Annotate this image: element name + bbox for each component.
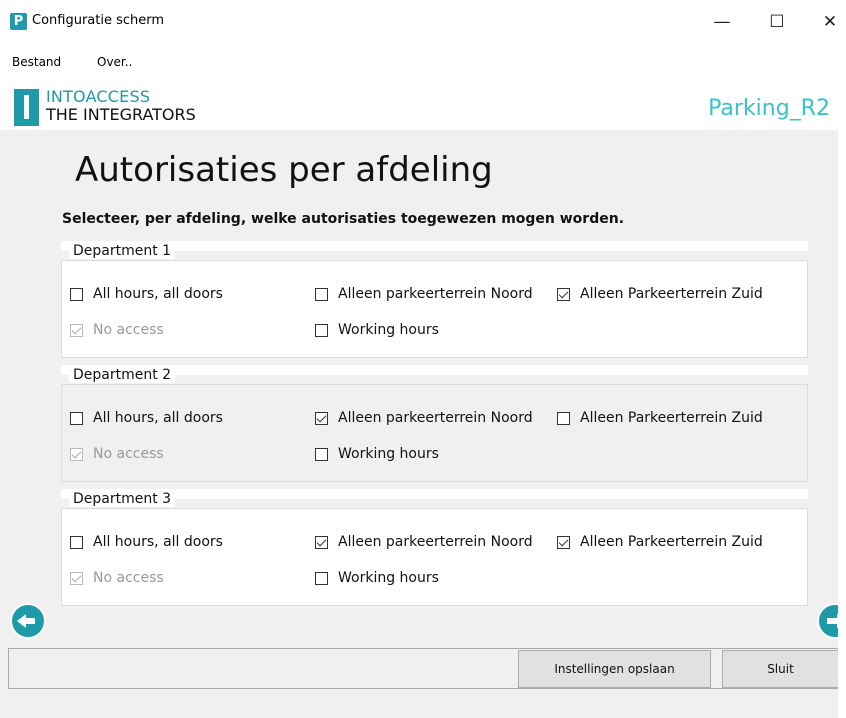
department-group-2: Department 2 All hours, all doors Alleen… <box>61 365 808 485</box>
department-name: Department 1 <box>69 243 176 259</box>
checkbox-all-hours[interactable]: All hours, all doors <box>70 410 223 426</box>
checkbox-working-hours[interactable]: Working hours <box>315 446 439 462</box>
page-subtitle: Selecteer, per afdeling, welke autorisat… <box>62 211 625 227</box>
checkbox-noord[interactable]: Alleen parkeerterrein Noord <box>315 410 533 426</box>
checkbox-all-hours[interactable]: All hours, all doors <box>70 286 223 302</box>
save-settings-button[interactable]: Instellingen opslaan <box>518 650 711 688</box>
checkbox-icon[interactable] <box>315 323 328 337</box>
title-bar: P Configuratie scherm — ☐ ✕ <box>0 0 846 46</box>
app-icon: P <box>10 13 27 30</box>
checkbox-working-hours[interactable]: Working hours <box>315 322 439 338</box>
menu-over[interactable]: Over.. <box>97 55 132 69</box>
checkbox-icon[interactable] <box>315 411 328 425</box>
department-group-1: Department 1 All hours, all doors Alleen… <box>61 241 808 361</box>
logo-icon <box>14 89 39 126</box>
arrow-left-icon[interactable] <box>10 603 46 639</box>
department-group-3: Department 3 All hours, all doors Alleen… <box>61 489 808 609</box>
department-name: Department 2 <box>69 367 176 383</box>
header-banner: INTOACCESS THE INTEGRATORS Parking_R2 <box>0 78 846 130</box>
maximize-button[interactable]: ☐ <box>757 10 797 34</box>
menu-bestand[interactable]: Bestand <box>12 55 61 69</box>
menu-bar: Bestand Over.. <box>0 46 846 78</box>
checkbox-zuid[interactable]: Alleen Parkeerterrein Zuid <box>557 286 763 302</box>
checkbox-no-access: No access <box>70 322 164 338</box>
checkbox-icon[interactable] <box>70 411 83 425</box>
checkbox-noord[interactable]: Alleen parkeerterrein Noord <box>315 534 533 550</box>
checkbox-all-hours[interactable]: All hours, all doors <box>70 534 223 550</box>
checkbox-noord[interactable]: Alleen parkeerterrein Noord <box>315 286 533 302</box>
close-window-button[interactable]: ✕ <box>810 10 846 34</box>
checkbox-working-hours[interactable]: Working hours <box>315 570 439 586</box>
window-title: Configuratie scherm <box>32 13 165 28</box>
checkbox-zuid[interactable]: Alleen Parkeerterrein Zuid <box>557 410 763 426</box>
button-bar <box>8 648 839 689</box>
checkbox-icon[interactable] <box>557 535 570 549</box>
window-edge <box>838 46 846 718</box>
app-name: Parking_R2 <box>708 96 830 121</box>
minimize-button[interactable]: — <box>702 10 742 34</box>
logo-text-bottom: THE INTEGRATORS <box>46 105 196 124</box>
department-name: Department 3 <box>69 491 176 507</box>
checkbox-icon[interactable] <box>70 535 83 549</box>
checkbox-icon[interactable] <box>557 411 570 425</box>
close-button[interactable]: Sluit <box>722 650 839 688</box>
checkbox-no-access: No access <box>70 446 164 462</box>
checkbox-icon[interactable] <box>315 535 328 549</box>
logo-text-top: INTOACCESS <box>46 87 151 106</box>
checkbox-icon <box>70 323 83 337</box>
checkbox-icon[interactable] <box>557 287 570 301</box>
checkbox-icon <box>70 447 83 461</box>
checkbox-icon[interactable] <box>315 287 328 301</box>
checkbox-icon[interactable] <box>70 287 83 301</box>
checkbox-zuid[interactable]: Alleen Parkeerterrein Zuid <box>557 534 763 550</box>
checkbox-icon <box>70 571 83 585</box>
page-title: Autorisaties per afdeling <box>75 150 493 190</box>
checkbox-icon[interactable] <box>315 447 328 461</box>
checkbox-icon[interactable] <box>315 571 328 585</box>
checkbox-no-access: No access <box>70 570 164 586</box>
